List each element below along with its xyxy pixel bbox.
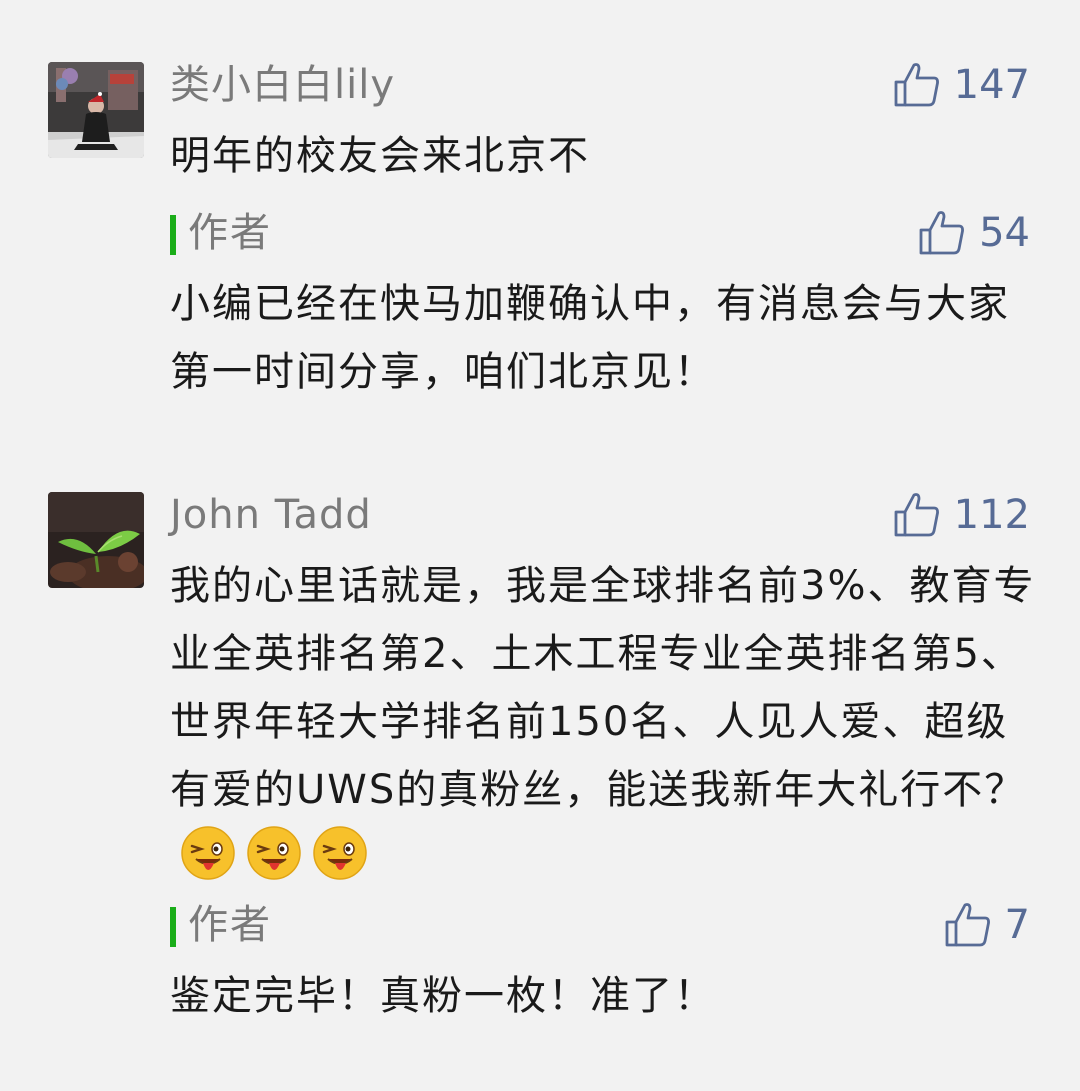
like-button[interactable]: 54	[917, 206, 1030, 260]
comment-username[interactable]: John Tadd	[170, 488, 372, 542]
like-count: 112	[953, 492, 1030, 538]
thumbs-up-icon	[919, 211, 965, 255]
comment-list: 类小白白lily 147 明年的校友会来北京不 作者 54 小编已经在快马加鞭确…	[0, 0, 1080, 1091]
avatar-photo	[48, 62, 144, 158]
comment-username[interactable]: 类小白白lily	[170, 58, 395, 112]
reply-author-label: 作者	[188, 210, 272, 256]
tongue-wink-emoji-icon	[247, 826, 301, 880]
reply-text: 鉴定完毕！真粉一枚！准了！	[170, 973, 716, 1019]
like-button[interactable]: 147	[892, 58, 1030, 112]
like-count: 7	[1004, 902, 1030, 948]
like-button[interactable]: 7	[943, 898, 1030, 952]
comment-text-body: 我的心里话就是，我是全球排名前3%、教育专业全英排名第2、土木工程专业全英排名第…	[170, 563, 1036, 813]
tongue-wink-emoji-icon	[313, 826, 367, 880]
comment-text: 我的心里话就是，我是全球排名前3%、教育专业全英排名第2、土木工程专业全英排名第…	[170, 552, 1040, 892]
tongue-wink-emoji-icon	[181, 826, 235, 880]
author-reply-marker	[170, 907, 176, 947]
like-count: 147	[953, 62, 1030, 108]
author-reply-marker	[170, 215, 176, 255]
thumbs-up-icon	[945, 903, 990, 947]
avatar-photo	[48, 492, 144, 588]
thumbs-up-icon	[894, 493, 939, 537]
like-button[interactable]: 112	[892, 488, 1030, 542]
comment-text: 明年的校友会来北京不	[170, 133, 590, 179]
reply-text: 小编已经在快马加鞭确认中，有消息会与大家第一时间分享，咱们北京见！	[170, 281, 1010, 395]
avatar[interactable]	[48, 492, 144, 588]
reply-author-label: 作者	[188, 902, 272, 948]
thumbs-up-icon	[894, 63, 939, 107]
avatar[interactable]	[48, 62, 144, 158]
like-count: 54	[979, 210, 1030, 256]
emoji-row	[170, 826, 368, 881]
